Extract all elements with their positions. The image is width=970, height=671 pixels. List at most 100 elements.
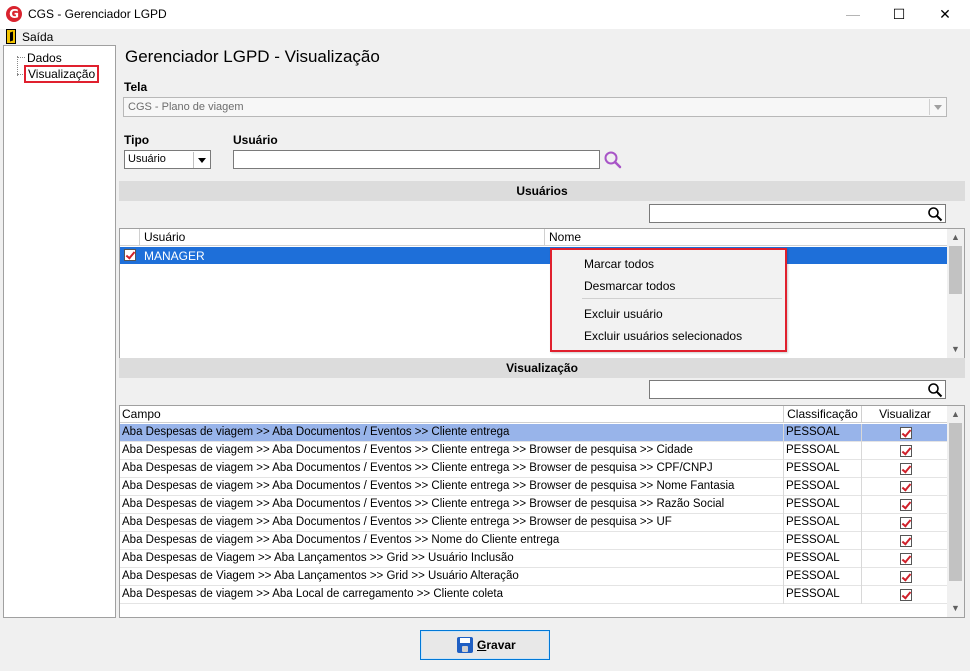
table-row[interactable]: MANAGER [120,247,948,264]
table-row[interactable]: Aba Despesas de viagem >> Aba Documentos… [120,478,948,496]
campo-cell: Aba Despesas de viagem >> Aba Documentos… [120,442,784,460]
campo-cell: Aba Despesas de viagem >> Aba Documentos… [120,424,784,442]
tela-select-value: CGS - Plano de viagem [128,101,244,113]
usuario-input[interactable] [233,150,600,169]
header-cell-classificacao[interactable]: Classificação [784,406,862,423]
view-grid: Campo Classificação Visualizar Aba Despe… [119,405,965,618]
tree-item-dados[interactable]: Dados [27,51,62,65]
table-row[interactable]: Aba Despesas de viagem >> Aba Documentos… [120,442,948,460]
tela-select[interactable]: CGS - Plano de viagem [123,97,947,117]
visualizar-cell [862,424,948,442]
header-cell-campo[interactable]: Campo [120,406,784,423]
chevron-down-icon[interactable] [929,99,945,115]
campo-cell: Aba Despesas de viagem >> Aba Documentos… [120,496,784,514]
table-row[interactable]: Aba Despesas de viagem >> Aba Documentos… [120,532,948,550]
visualizar-checkbox[interactable] [900,535,912,547]
visualizar-cell [862,550,948,568]
header-cell-check [120,229,140,246]
header-cell-usuario[interactable]: Usuário [140,229,545,246]
users-grid-header: Usuário Nome [120,229,948,246]
scroll-up-icon[interactable]: ▲ [947,229,964,246]
table-row[interactable]: Aba Despesas de viagem >> Aba Documentos… [120,424,948,442]
menu-exit[interactable]: Saída [22,30,53,44]
visualizar-checkbox[interactable] [900,481,912,493]
visualizar-cell [862,478,948,496]
tree-item-visualizacao[interactable]: Visualização [24,65,100,83]
context-menu: Marcar todos Desmarcar todos Excluir usu… [550,248,787,352]
table-row[interactable]: Aba Despesas de viagem >> Aba Documentos… [120,514,948,532]
tipo-select-value: Usuário [128,153,166,165]
table-row[interactable]: Aba Despesas de viagem >> Aba Local de c… [120,586,948,604]
classificacao-cell: PESSOAL [784,514,862,532]
table-row[interactable]: Aba Despesas de viagem >> Aba Documentos… [120,496,948,514]
campo-cell: Aba Despesas de Viagem >> Aba Lançamento… [120,550,784,568]
exit-door-icon[interactable] [6,29,16,44]
search-icon[interactable] [927,206,943,222]
scroll-up-icon[interactable]: ▲ [947,406,964,423]
window-title: CGS - Gerenciador LGPD [28,7,167,21]
page-title: Gerenciador LGPD - Visualização [125,47,380,66]
row-checkbox[interactable] [124,249,136,261]
menu-item-excluir-selecionados[interactable]: Excluir usuários selecionados [584,329,742,343]
scroll-down-icon[interactable]: ▼ [947,600,964,617]
chevron-down-icon[interactable] [193,152,209,168]
visualizar-cell [862,442,948,460]
users-grid: Usuário Nome MANAGER ▲ ▼ [119,228,965,359]
visualizar-cell [862,568,948,586]
search-icon[interactable] [603,150,623,170]
visualizar-cell [862,460,948,478]
close-button[interactable]: ✕ [922,0,968,29]
campo-cell: Aba Despesas de Viagem >> Aba Lançamento… [120,568,784,586]
tipo-select[interactable]: Usuário [124,150,211,169]
view-scrollbar[interactable]: ▲ ▼ [947,406,964,617]
header-cell-nome[interactable]: Nome [545,229,948,246]
visualizar-checkbox[interactable] [900,499,912,511]
table-row[interactable]: Aba Despesas de Viagem >> Aba Lançamento… [120,568,948,586]
classificacao-cell: PESSOAL [784,442,862,460]
visualizar-checkbox[interactable] [900,517,912,529]
tree-connector [17,57,25,58]
table-row[interactable]: Aba Despesas de Viagem >> Aba Lançamento… [120,550,948,568]
search-icon[interactable] [927,382,943,398]
maximize-button[interactable]: ☐ [876,0,922,29]
save-button[interactable]: Gravar [420,630,550,660]
classificacao-cell: PESSOAL [784,496,862,514]
save-button-label: Gravar [477,638,516,652]
app-logo-icon: G [6,6,22,22]
menu-item-marcar-todos[interactable]: Marcar todos [584,257,654,271]
scrollbar-thumb[interactable] [949,246,962,294]
campo-cell: Aba Despesas de viagem >> Aba Documentos… [120,478,784,496]
classificacao-cell: PESSOAL [784,460,862,478]
view-grid-header: Campo Classificação Visualizar [120,406,948,423]
visualizar-cell [862,586,948,604]
view-section-header: Visualização [119,358,965,378]
view-filter-input[interactable] [649,380,946,399]
users-scrollbar[interactable]: ▲ ▼ [947,229,964,358]
visualizar-checkbox[interactable] [900,445,912,457]
floppy-disk-icon [457,637,473,653]
visualizar-checkbox[interactable] [900,589,912,601]
campo-cell: Aba Despesas de viagem >> Aba Documentos… [120,514,784,532]
visualizar-checkbox[interactable] [900,553,912,565]
classificacao-cell: PESSOAL [784,550,862,568]
minimize-button[interactable]: — [830,0,876,29]
scroll-down-icon[interactable]: ▼ [947,341,964,358]
classificacao-cell: PESSOAL [784,532,862,550]
users-filter-input[interactable] [649,204,946,223]
visualizar-checkbox[interactable] [900,571,912,583]
menu-bar [0,29,970,45]
campo-cell: Aba Despesas de viagem >> Aba Documentos… [120,532,784,550]
row-user-cell: MANAGER [144,249,205,263]
campo-cell: Aba Despesas de viagem >> Aba Documentos… [120,460,784,478]
header-cell-visualizar[interactable]: Visualizar [862,406,948,423]
visualizar-checkbox[interactable] [900,427,912,439]
menu-item-excluir-usuario[interactable]: Excluir usuário [584,307,663,321]
tela-label: Tela [124,80,148,94]
visualizar-checkbox[interactable] [900,463,912,475]
tree-connector [17,56,18,76]
menu-item-desmarcar-todos[interactable]: Desmarcar todos [584,279,675,293]
visualizar-cell [862,514,948,532]
campo-cell: Aba Despesas de viagem >> Aba Local de c… [120,586,784,604]
scrollbar-thumb[interactable] [949,423,962,581]
table-row[interactable]: Aba Despesas de viagem >> Aba Documentos… [120,460,948,478]
